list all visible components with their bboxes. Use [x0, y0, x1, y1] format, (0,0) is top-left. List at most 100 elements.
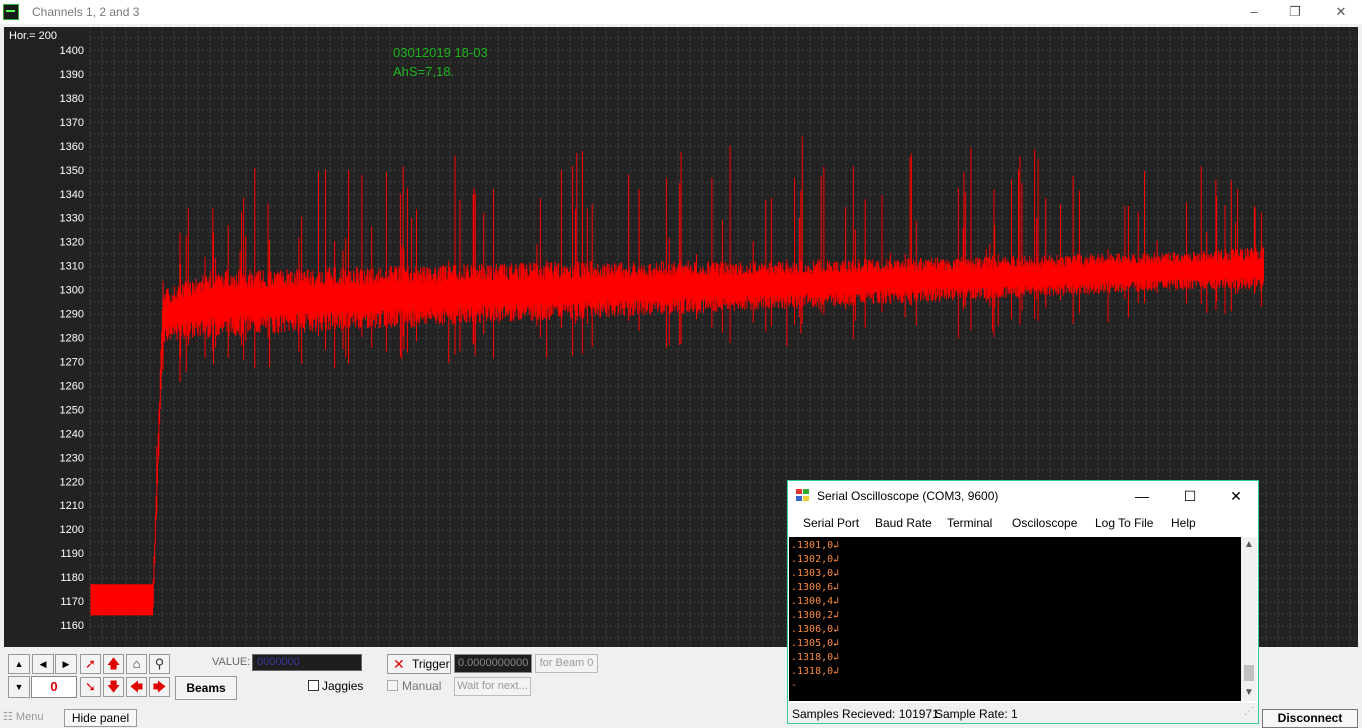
serial-title-bar: Serial Oscilloscope (COM3, 9600) — ☐ ✕	[788, 481, 1258, 511]
arrow-left-icon[interactable]: 🡄	[126, 677, 147, 697]
value-field[interactable]: 0000000	[252, 654, 362, 671]
terminal-line: .1305,0↲	[791, 638, 840, 649]
jaggies-checkbox[interactable]	[308, 680, 319, 691]
scroll-left-button[interactable]: ◀	[32, 654, 54, 674]
y-tick-label: 1350	[60, 165, 84, 177]
terminal-line: .1318,0↲	[791, 652, 840, 663]
hide-panel-button[interactable]: Hide panel	[64, 709, 137, 727]
menu-help[interactable]: Help	[1171, 516, 1196, 530]
y-tick-label: 1170	[60, 596, 84, 608]
manual-checkbox[interactable]	[387, 680, 398, 691]
y-tick-label: 1360	[60, 141, 84, 153]
menu-icon: ☷	[3, 711, 16, 723]
y-tick-label: 1270	[60, 356, 84, 368]
menu-terminal[interactable]: Terminal	[947, 516, 992, 530]
serial-minimize-icon[interactable]: —	[1128, 485, 1156, 507]
y-tick-label: 1200	[60, 524, 84, 536]
menu-label: Menu	[15, 711, 44, 723]
arrow-up-icon[interactable]: 🡅	[103, 654, 124, 674]
resize-grip-icon[interactable]: ⋰	[1244, 706, 1254, 717]
annotation-date: 03012019 18-03	[393, 45, 488, 60]
serial-app-icon	[796, 489, 810, 502]
y-tick-label: 1320	[60, 237, 84, 249]
y-tick-label: 1250	[60, 404, 84, 416]
scroll-down-icon[interactable]: ▼	[1241, 685, 1257, 701]
app-icon	[3, 4, 19, 20]
restore-icon[interactable]: ❐	[1285, 2, 1305, 22]
terminal-line: .1303,0↲	[791, 568, 840, 579]
y-tick-label: 1210	[60, 500, 84, 512]
window-title: Channels 1, 2 and 3	[32, 5, 140, 19]
main-title-bar: Channels 1, 2 and 3 ‒ ❐ ✕	[0, 0, 1362, 24]
terminal-line: .1300,4↲	[791, 596, 840, 607]
beams-button[interactable]: Beams	[175, 676, 237, 700]
y-tick-label: 1180	[60, 572, 84, 584]
samples-received: Samples Recieved: 101971	[792, 707, 939, 721]
y-tick-label: 1390	[60, 69, 84, 81]
y-tick-label: 1300	[60, 285, 84, 297]
open-folder-icon[interactable]: ⌂	[126, 654, 147, 674]
y-tick-label: 1230	[60, 452, 84, 464]
close-icon[interactable]: ✕	[1331, 2, 1351, 22]
serial-maximize-icon[interactable]: ☐	[1176, 485, 1204, 507]
minimize-icon[interactable]: ‒	[1244, 2, 1264, 22]
serial-close-icon[interactable]: ✕	[1222, 485, 1250, 507]
annotation-ahs: AhS=7,18.	[393, 64, 455, 79]
terminal-output[interactable]: .1301,0↲ .1302,0↲ .1303,0↲ .1300,6↲ .130…	[789, 537, 1257, 701]
menu-osciloscope[interactable]: Osciloscope	[1012, 516, 1077, 530]
serial-window-title: Serial Oscilloscope (COM3, 9600)	[817, 489, 999, 503]
y-tick-label: 1240	[60, 428, 84, 440]
serial-oscilloscope-window: Serial Oscilloscope (COM3, 9600) — ☐ ✕ S…	[787, 480, 1259, 724]
y-tick-label: 1340	[60, 189, 84, 201]
zoom-icon[interactable]: ⚲	[149, 654, 170, 674]
terminal-line: .1306,0↲	[791, 624, 840, 635]
y-tick-label: 1380	[60, 93, 84, 105]
disconnect-button[interactable]: Disconnect	[1262, 709, 1358, 728]
trigger-button[interactable]: ✕ Trigger	[387, 654, 451, 674]
serial-status-bar: Samples Recieved: 101971 Sample Rate: 1 …	[788, 703, 1258, 723]
y-tick-label: 1400	[60, 45, 84, 57]
terminal-line: .1300,2↲	[791, 610, 840, 621]
y-tick-label: 1220	[60, 476, 84, 488]
menu-button[interactable]: ☷ Menu	[3, 710, 43, 726]
trigger-value-field[interactable]: 0.0000000000	[454, 654, 532, 673]
sample-rate: Sample Rate: 1	[935, 707, 1018, 721]
scroll-down-button[interactable]: ▼	[8, 676, 30, 698]
terminal-line: .1300,6↲	[791, 582, 840, 593]
menu-serial-port[interactable]: Serial Port	[803, 516, 859, 530]
y-tick-label: 1370	[60, 117, 84, 129]
scroll-up-icon[interactable]: ▲	[1241, 537, 1257, 553]
y-tick-label: 1330	[60, 213, 84, 225]
scroll-thumb[interactable]	[1244, 665, 1254, 681]
arrow-down-icon[interactable]: 🡇	[103, 677, 124, 697]
trigger-label: Trigger	[412, 657, 450, 671]
y-tick-label: 1290	[60, 309, 84, 321]
y-tick-label: 1310	[60, 261, 84, 273]
control-panel: ▲ ◀ ▶ ▼ 0 ➚ 🡅 ⌂ ⚲ ➘ 🡇 🡄 🡆 Beams VALUE: 0…	[4, 649, 787, 706]
y-tick-label: 1160	[60, 620, 84, 632]
y-tick-label: 1260	[60, 380, 84, 392]
arrow-right-icon[interactable]: 🡆	[149, 677, 170, 697]
arrow-diag-down-icon[interactable]: ➘	[80, 677, 101, 697]
trigger-x-icon: ✕	[393, 656, 405, 672]
wait-for-next-button[interactable]: Wait for next...	[454, 677, 531, 696]
terminal-line: .1302,0↲	[791, 554, 840, 565]
serial-menu-bar: Serial Port Baud Rate Terminal Oscilosco…	[788, 511, 1258, 535]
beam-counter[interactable]: 0	[31, 676, 77, 698]
arrow-diag-up-icon[interactable]: ➚	[80, 654, 101, 674]
value-label: VALUE:	[212, 656, 251, 668]
manual-label: Manual	[402, 679, 442, 693]
y-tick-label: 1280	[60, 333, 84, 345]
terminal-line: .1318,0↲	[791, 666, 840, 677]
jaggies-label: Jaggies	[322, 679, 364, 693]
terminal-lines: .1301,0↲ .1302,0↲ .1303,0↲ .1300,6↲ .130…	[791, 539, 839, 693]
terminal-line: .1301,0↲	[791, 540, 840, 551]
y-tick-label: 1190	[60, 548, 84, 560]
for-beam-button[interactable]: for Beam 0	[535, 654, 598, 673]
scroll-up-button[interactable]: ▲	[8, 654, 30, 674]
terminal-scrollbar[interactable]: ▲ ▼	[1241, 537, 1257, 701]
scroll-right-button[interactable]: ▶	[55, 654, 77, 674]
terminal-cursor: -	[791, 680, 798, 691]
menu-log-to-file[interactable]: Log To File	[1095, 516, 1153, 530]
menu-baud-rate[interactable]: Baud Rate	[875, 516, 932, 530]
